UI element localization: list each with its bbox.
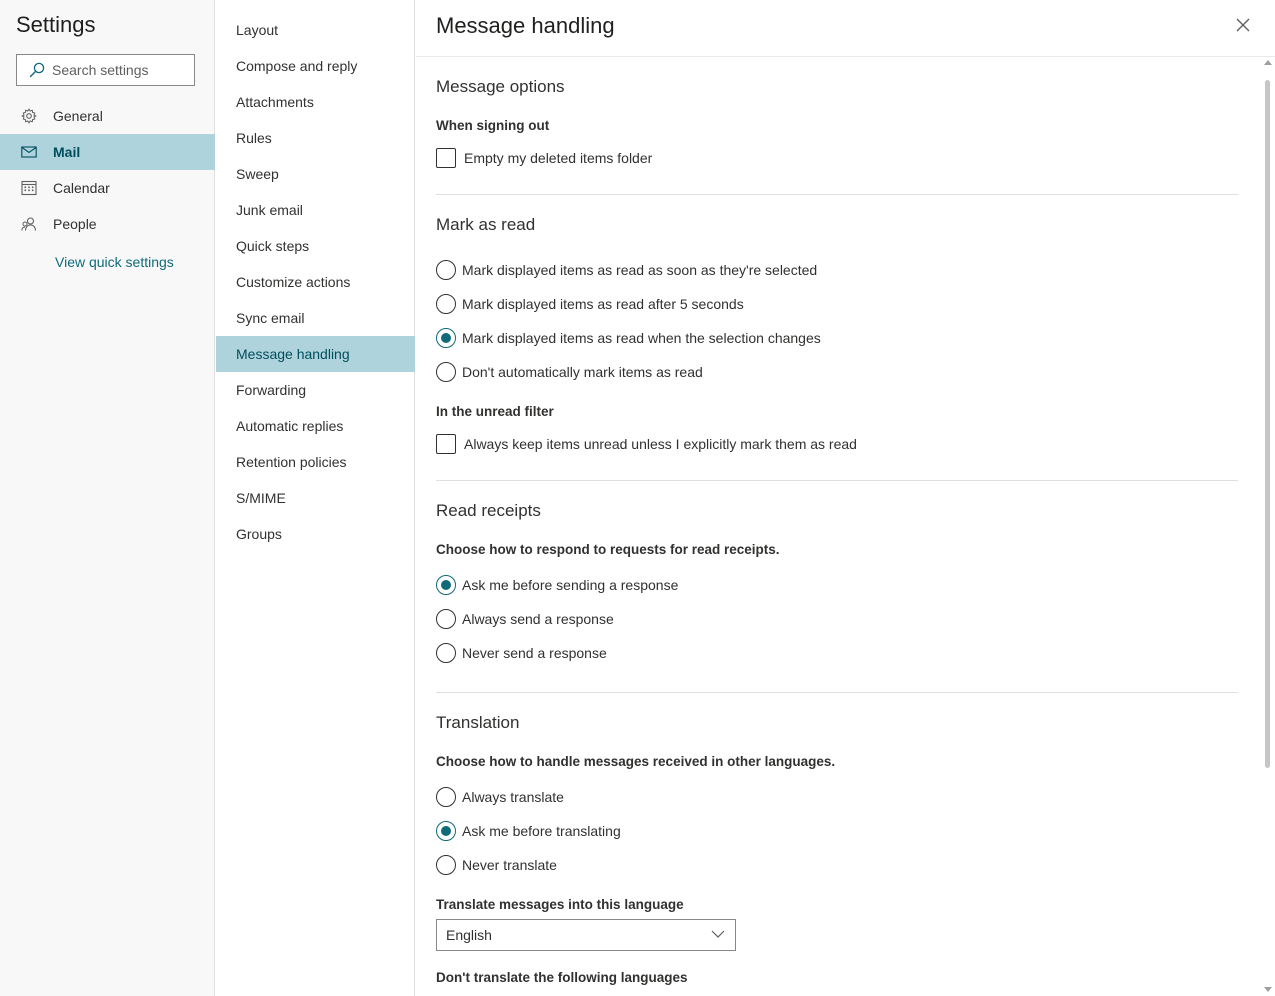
settings-content: Message handling Message options When si… (416, 0, 1275, 996)
category-compose-and-reply[interactable]: Compose and reply (216, 48, 415, 84)
translation-description: Choose how to handle messages received i… (436, 754, 836, 769)
nav-item-label: Mail (53, 144, 81, 160)
category-quick-steps[interactable]: Quick steps (216, 228, 415, 264)
category-smime[interactable]: S/MIME (216, 480, 415, 516)
empty-deleted-items-checkbox[interactable]: Empty my deleted items folder (436, 147, 652, 169)
category-retention-policies[interactable]: Retention policies (216, 444, 415, 480)
radio-circle[interactable] (436, 787, 456, 807)
page-title: Message handling (436, 13, 615, 38)
scroll-up-arrow[interactable] (1264, 60, 1272, 65)
radio-circle-selected[interactable] (436, 575, 456, 595)
unread-filter-label: In the unread filter (436, 404, 554, 419)
search-icon (29, 62, 45, 78)
radio-always-translate[interactable]: Always translate (436, 786, 564, 808)
scroll-down-arrow[interactable] (1264, 987, 1272, 992)
radio-never-translate[interactable]: Never translate (436, 854, 557, 876)
category-junk-email[interactable]: Junk email (216, 192, 415, 228)
close-icon[interactable] (1234, 16, 1252, 34)
radio-label: Ask me before sending a response (462, 577, 679, 593)
radio-circle[interactable] (436, 643, 456, 663)
mail-icon (20, 143, 38, 161)
category-message-handling[interactable]: Message handling (216, 336, 415, 372)
view-quick-settings-link[interactable]: View quick settings (55, 254, 174, 270)
radio-mark-read-immediately[interactable]: Mark displayed items as read as soon as … (436, 259, 817, 281)
radio-label: Always send a response (462, 611, 614, 627)
dont-translate-label: Don't translate the following languages (436, 970, 688, 985)
settings-sidebar: Settings General Mail (0, 0, 215, 996)
section-divider (436, 194, 1238, 195)
category-automatic-replies[interactable]: Automatic replies (216, 408, 415, 444)
radio-mark-read-selection-changes[interactable]: Mark displayed items as read when the se… (436, 327, 821, 349)
search-box[interactable] (16, 54, 195, 86)
section-heading-translation: Translation (436, 713, 520, 732)
radio-label: Never send a response (462, 645, 607, 661)
radio-circle[interactable] (436, 362, 456, 382)
section-divider (436, 692, 1238, 693)
nav-item-label: People (53, 216, 97, 232)
category-sync-email[interactable]: Sync email (216, 300, 415, 336)
calendar-icon (20, 179, 38, 197)
radio-ask-before-translating[interactable]: Ask me before translating (436, 820, 621, 842)
section-heading-read-receipts: Read receipts (436, 501, 541, 520)
nav-item-general[interactable]: General (0, 98, 215, 134)
nav-item-label: Calendar (53, 180, 110, 196)
nav-item-people[interactable]: People (0, 206, 215, 242)
keep-unread-checkbox[interactable]: Always keep items unread unless I explic… (436, 433, 857, 455)
chevron-down-icon (711, 930, 725, 938)
radio-label: Don't automatically mark items as read (462, 364, 703, 380)
radio-label: Mark displayed items as read when the se… (462, 330, 821, 346)
radio-circle[interactable] (436, 609, 456, 629)
scrollbar-thumb[interactable] (1265, 80, 1270, 768)
read-receipts-description: Choose how to respond to requests for re… (436, 542, 780, 557)
nav-item-label: General (53, 108, 103, 124)
radio-never-send-response[interactable]: Never send a response (436, 642, 607, 664)
nav-item-mail[interactable]: Mail (0, 134, 215, 170)
radio-mark-read-after-delay[interactable]: Mark displayed items as read after 5 sec… (436, 293, 744, 315)
section-heading-mark-as-read: Mark as read (436, 215, 536, 234)
content-header: Message handling (416, 0, 1275, 57)
radio-always-send-response[interactable]: Always send a response (436, 608, 614, 630)
checkbox-label: Always keep items unread unless I explic… (464, 436, 857, 452)
section-heading-message-options: Message options (436, 77, 565, 96)
radio-label: Mark displayed items as read after 5 sec… (462, 296, 744, 312)
gear-icon (20, 107, 38, 125)
radio-label: Never translate (462, 857, 557, 873)
category-customize-actions[interactable]: Customize actions (216, 264, 415, 300)
category-rules[interactable]: Rules (216, 120, 415, 156)
radio-label: Always translate (462, 789, 564, 805)
nav-item-calendar[interactable]: Calendar (0, 170, 215, 206)
radio-circle-selected[interactable] (436, 328, 456, 348)
radio-label: Mark displayed items as read as soon as … (462, 262, 818, 278)
category-attachments[interactable]: Attachments (216, 84, 415, 120)
category-groups[interactable]: Groups (216, 516, 415, 552)
radio-dont-mark-read[interactable]: Don't automatically mark items as read (436, 361, 703, 383)
radio-ask-before-response[interactable]: Ask me before sending a response (436, 574, 678, 596)
checkbox-box[interactable] (436, 434, 456, 454)
section-divider (436, 480, 1238, 481)
vertical-scrollbar[interactable] (1261, 58, 1275, 996)
language-dropdown[interactable]: English (436, 919, 736, 951)
radio-circle[interactable] (436, 294, 456, 314)
mail-categories: Layout Compose and reply Attachments Rul… (216, 0, 415, 996)
language-dropdown-value: English (446, 927, 492, 943)
search-input[interactable] (52, 62, 192, 78)
radio-circle[interactable] (436, 260, 456, 280)
when-signing-out-label: When signing out (436, 118, 550, 133)
category-forwarding[interactable]: Forwarding (216, 372, 415, 408)
category-layout[interactable]: Layout (216, 12, 415, 48)
category-sweep[interactable]: Sweep (216, 156, 415, 192)
radio-circle[interactable] (436, 855, 456, 875)
checkbox-box[interactable] (436, 148, 456, 168)
radio-circle-selected[interactable] (436, 821, 456, 841)
translate-language-label: Translate messages into this language (436, 897, 684, 912)
settings-title: Settings (16, 12, 96, 37)
radio-label: Ask me before translating (462, 823, 621, 839)
checkbox-label: Empty my deleted items folder (464, 150, 653, 166)
people-icon (20, 215, 38, 233)
